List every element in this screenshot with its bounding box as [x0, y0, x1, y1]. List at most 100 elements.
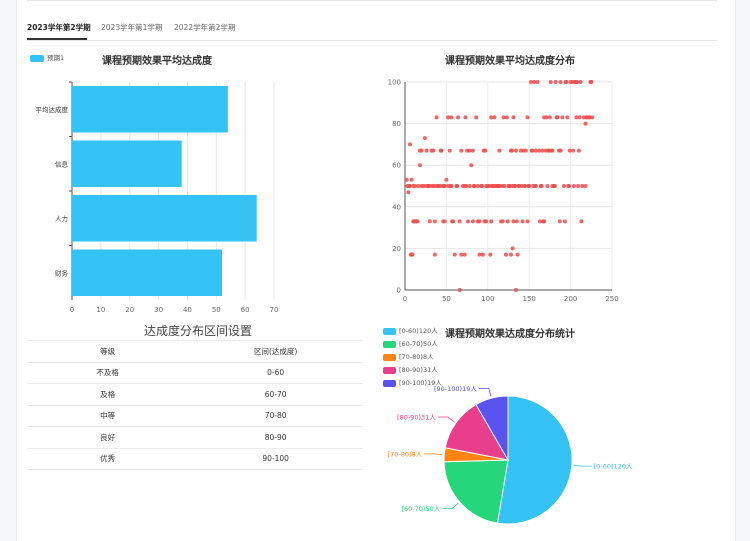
bar [72, 140, 182, 187]
scatter-point [477, 252, 482, 257]
scatter-point [417, 148, 422, 153]
scatter-point [488, 252, 493, 257]
table-row: 中等 70-80 [27, 405, 363, 427]
scatter-point [434, 115, 439, 120]
scatter-point [457, 288, 462, 292]
scatter-point [515, 252, 520, 257]
legend-swatch [30, 54, 44, 62]
scatter-point [409, 252, 414, 257]
scatter-point [444, 177, 449, 182]
table-row: 良好 80-90 [27, 426, 363, 449]
scatter-point [455, 184, 460, 188]
grade-cell: 优秀 [27, 448, 189, 470]
scatter-point [566, 184, 571, 188]
scatter-chart: 0 20 40 60 80 100 0 50 100 150 200 250 [388, 79, 619, 304]
tab-2022-semester-2[interactable]: 2022学年第2学期 [174, 22, 235, 33]
header-range: 区间(达成度) [188, 340, 363, 363]
legend-swatch [383, 353, 396, 361]
scatter-point [489, 219, 494, 224]
y-tick-label: 40 [392, 203, 401, 211]
scatter-point [552, 184, 557, 188]
scatter-point [510, 246, 515, 251]
pie-slice-label: [90-100)19人 [434, 385, 477, 393]
x-tick-label: 0 [403, 295, 407, 303]
scatter-point [409, 177, 414, 182]
scatter-point [492, 115, 497, 120]
scatter-point [562, 219, 567, 224]
y-tick-label: 60 [392, 162, 401, 170]
scatter-point [579, 219, 584, 224]
pie-legend-item[interactable]: [60-70)50人 [383, 338, 438, 348]
pie-legend-item[interactable]: [80-90)31人 [383, 364, 438, 374]
x-tick-label: 20 [125, 306, 134, 314]
scatter-point [484, 219, 489, 224]
scatter-point [417, 163, 422, 168]
scatter-point [424, 148, 429, 153]
scatter-point [471, 184, 476, 188]
scatter-point [554, 115, 559, 120]
grade-table-title: 达成度分布区间设置 [144, 324, 253, 338]
pie-slice-label: [80-90)31人 [397, 414, 436, 422]
pie-legend-item[interactable]: [70-80)8人 [383, 351, 434, 361]
y-tick-label: 80 [392, 120, 401, 128]
bar [72, 195, 257, 242]
range-cell: 60-70 [188, 383, 363, 406]
legend-swatch [383, 327, 396, 335]
grade-cell: 中等 [27, 405, 189, 427]
scatter-point [509, 148, 514, 153]
scatter-point [462, 184, 467, 188]
scatter-point [474, 115, 479, 120]
scatter-point [539, 184, 544, 188]
legend-label: [80-90)31人 [399, 366, 438, 374]
scatter-chart-title: 课程预期效果平均达成度分布 [445, 56, 575, 67]
pie-chart: [0-60)120人 [60-70)50人 [70-80)8人 [80-90)31人 [… [388, 385, 633, 525]
grade-cell: 不及格 [27, 362, 189, 384]
x-tick-label: 50 [212, 306, 221, 314]
scatter-point [447, 148, 452, 153]
scatter-point [505, 219, 510, 224]
scatter-point [452, 252, 457, 257]
tab-2023-semester-2[interactable]: 2023学年第2学期 [27, 22, 91, 33]
scatter-point [511, 219, 516, 224]
pie-slice [496, 395, 573, 525]
range-cell: 70-80 [188, 405, 363, 427]
x-tick-label: 40 [183, 306, 192, 314]
category-label: 人力 [55, 214, 68, 223]
scatter-point [442, 184, 447, 188]
scatter-point [411, 219, 416, 224]
scatter-point [564, 80, 569, 84]
bar-chart: 0 10 20 30 40 50 60 70 平均达成度信息人力财务 [36, 81, 278, 314]
scatter-point [455, 115, 460, 120]
bar-chart-title: 课程预期效果平均达成度 [102, 56, 212, 67]
pie-slice [443, 459, 509, 524]
pie-label-leader [478, 388, 492, 397]
scatter-point [404, 177, 409, 182]
table-row: 优秀 90-100 [27, 448, 363, 470]
tab-2023-semester-1[interactable]: 2023学年第1学期 [101, 22, 162, 33]
scatter-point [541, 219, 546, 224]
pie-slice-label: [0-60)120人 [594, 463, 633, 471]
top-divider [27, 0, 717, 1]
range-cell: 90-100 [188, 448, 363, 470]
x-tick-label: 250 [605, 295, 618, 303]
category-label: 信息 [55, 159, 69, 168]
scatter-point [561, 184, 566, 188]
scatter-point [415, 219, 420, 224]
scatter-point [501, 115, 506, 120]
pie-legend-item[interactable]: [0-60)120人 [383, 325, 438, 335]
scatter-point [449, 115, 454, 120]
bar-legend[interactable]: 预期1 [30, 52, 64, 62]
y-tick-label: 100 [388, 79, 401, 87]
bar [72, 249, 223, 296]
scatter-point [545, 184, 550, 188]
scatter-point [412, 184, 417, 188]
range-cell: 80-90 [188, 426, 363, 449]
scatter-point [426, 184, 431, 188]
scatter-point [502, 184, 507, 188]
scatter-point [578, 80, 583, 84]
scatter-point [519, 184, 524, 188]
scatter-point [463, 115, 468, 120]
scatter-point [504, 252, 509, 257]
y-tick-label: 20 [392, 245, 401, 253]
pie-slice-label: [70-80)8人 [388, 450, 423, 458]
